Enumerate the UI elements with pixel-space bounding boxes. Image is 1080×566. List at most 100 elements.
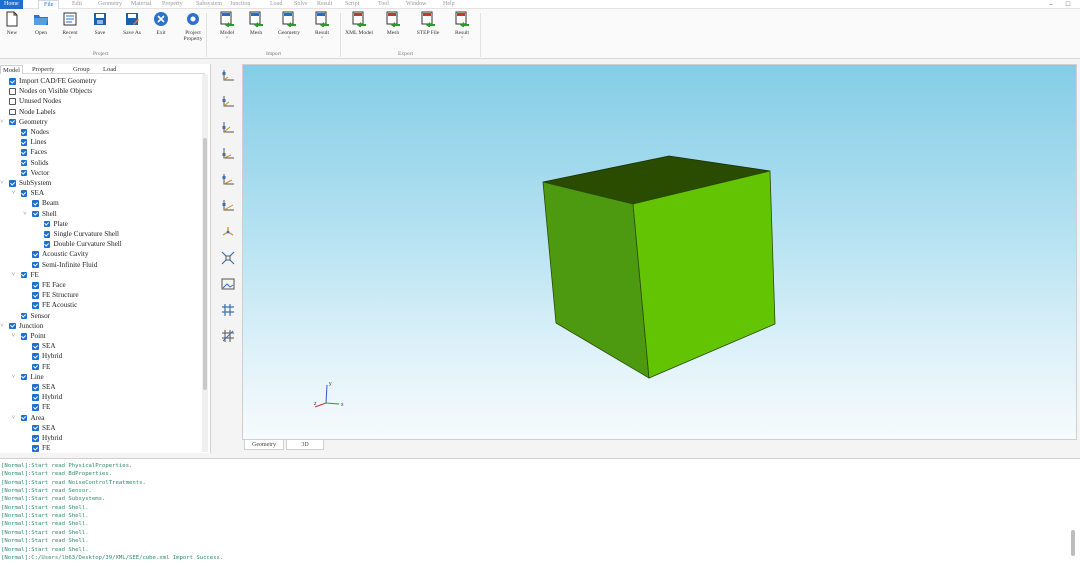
tree-checkbox[interactable] — [20, 414, 27, 422]
tree-item[interactable]: Acoustic Cavity — [0, 249, 200, 259]
menu-home[interactable]: Home — [0, 0, 23, 9]
menu-tool[interactable]: Tool — [378, 0, 389, 9]
tree-item[interactable]: Semi-Infinite Fluid — [0, 260, 200, 270]
tree-checkbox[interactable] — [20, 312, 27, 320]
viewport-canvas[interactable]: y x z — [243, 65, 1078, 441]
tree-checkbox[interactable] — [32, 210, 39, 218]
view-right-icon[interactable] — [221, 147, 235, 161]
tree-checkbox[interactable] — [20, 190, 27, 197]
view-back-icon[interactable] — [221, 95, 235, 109]
ribbon-save-as-button[interactable]: Save As — [117, 11, 147, 36]
menu-subsystem[interactable]: Subsystem — [196, 0, 222, 9]
tree-item[interactable]: ˅ FE — [0, 270, 200, 280]
expand-arrow-icon[interactable]: ˅ — [0, 117, 5, 127]
view-top-icon[interactable] — [221, 173, 235, 187]
tree-item[interactable]: ˅ Shell — [0, 209, 200, 219]
tree-checkbox[interactable] — [20, 149, 27, 156]
tree-checkbox[interactable] — [32, 445, 39, 452]
expand-arrow-icon[interactable]: ˅ — [22, 209, 28, 219]
expand-arrow-icon[interactable]: ˅ — [11, 413, 17, 423]
tree-item[interactable]: FE Structure — [0, 290, 200, 300]
tree-checkbox[interactable] — [43, 231, 50, 238]
tree-checkbox[interactable] — [32, 384, 39, 391]
menu-geometry[interactable]: Geometry — [98, 0, 122, 9]
tree-checkbox[interactable] — [9, 322, 16, 330]
mesh-grid-icon[interactable] — [221, 329, 235, 343]
tree-checkbox[interactable] — [32, 261, 39, 269]
tree-item[interactable]: Single Curvature Shell — [0, 229, 200, 239]
tree-item[interactable]: ˅ Junction — [0, 321, 200, 331]
tree-item[interactable]: FE — [0, 443, 200, 452]
view-isometric-icon[interactable] — [221, 225, 235, 239]
expand-arrow-icon[interactable]: ˅ — [11, 188, 17, 198]
tree-checkbox[interactable] — [32, 302, 39, 309]
maximize-button[interactable]: □ — [1062, 0, 1074, 9]
fit-all-icon[interactable] — [221, 251, 235, 265]
tree-checkbox[interactable] — [32, 363, 39, 371]
chevron-down-icon[interactable]: ˅ — [212, 36, 242, 41]
tree-item[interactable]: Hybrid — [0, 433, 200, 443]
cube-right-face[interactable] — [632, 170, 776, 379]
tree-checkbox[interactable] — [32, 343, 39, 350]
tree-checkbox[interactable] — [32, 353, 39, 360]
tree-checkbox[interactable] — [32, 424, 39, 432]
tree-item[interactable]: FE Acoustic — [0, 300, 200, 310]
tree-checkbox[interactable] — [20, 159, 27, 167]
tree-item[interactable]: ˅ Geometry — [0, 117, 200, 127]
ribbon-geometry-import-button[interactable]: Geometry ˅ — [274, 11, 304, 41]
menu-file[interactable]: File — [38, 0, 60, 9]
tree-item[interactable]: Beam — [0, 198, 200, 208]
tree-item[interactable]: FE — [0, 362, 200, 372]
ribbon-model-import-button[interactable]: Model ˅ — [212, 11, 242, 41]
tree-checkbox[interactable] — [9, 108, 16, 116]
tree-item[interactable]: SEA — [0, 382, 200, 392]
expand-arrow-icon[interactable]: ˅ — [0, 321, 5, 331]
ribbon-project-button[interactable]: Project Property — [178, 11, 208, 42]
tree-checkbox[interactable] — [20, 169, 27, 177]
tab-group[interactable]: Group — [71, 65, 92, 74]
tree-checkbox[interactable] — [43, 241, 50, 248]
tree-checkbox[interactable] — [9, 78, 16, 85]
menu-result[interactable]: Result — [317, 0, 332, 9]
ribbon-new-button[interactable]: New — [0, 11, 27, 36]
menu-edit[interactable]: Edit — [72, 0, 82, 9]
tree-item[interactable]: FE Face — [0, 280, 200, 290]
tree-item[interactable]: Solids — [0, 158, 200, 168]
tree-checkbox[interactable] — [20, 373, 27, 381]
ribbon-exit-button[interactable]: Exit — [146, 11, 176, 36]
tree-item[interactable]: Double Curvature Shell — [0, 239, 200, 249]
tree-item[interactable]: Nodes — [0, 127, 200, 137]
menu-junction[interactable]: Junction — [230, 0, 250, 9]
tree-item[interactable]: Hybrid — [0, 351, 200, 361]
minimize-button[interactable]: – — [1045, 0, 1057, 9]
ribbon-step-file-export-button[interactable]: STEP File — [413, 11, 443, 36]
ribbon-save-button[interactable]: Save — [85, 11, 115, 36]
tree-item[interactable]: Vector — [0, 168, 200, 178]
chevron-down-icon[interactable]: ˅ — [447, 36, 477, 41]
chevron-down-icon[interactable]: ˅ — [55, 36, 85, 41]
tree-item[interactable]: Node Labels — [0, 107, 200, 117]
tree-item[interactable]: Faces — [0, 147, 200, 157]
menu-material[interactable]: Material — [131, 0, 151, 9]
tree-checkbox[interactable] — [9, 88, 16, 95]
log-scrollbar-thumb[interactable] — [1071, 530, 1075, 556]
ribbon-result-import-button[interactable]: Result ˅ — [307, 11, 337, 41]
view-left-icon[interactable] — [221, 121, 235, 135]
tree-checkbox[interactable] — [32, 394, 39, 401]
tree-checkbox[interactable] — [20, 333, 27, 340]
tree-item[interactable]: Plate — [0, 219, 200, 229]
tree-item[interactable]: Lines — [0, 137, 200, 147]
view-front-icon[interactable] — [221, 69, 235, 83]
viewport-tab-3d[interactable]: 3D — [286, 440, 324, 450]
tree-scrollbar-thumb[interactable] — [203, 138, 207, 390]
tree-checkbox[interactable] — [20, 271, 27, 279]
tab-property[interactable]: Property — [30, 65, 56, 74]
tree-item[interactable]: ˅ SEA — [0, 188, 200, 198]
tab-model[interactable]: Model — [0, 65, 23, 74]
tree-item[interactable]: SEA — [0, 341, 200, 351]
tree-checkbox[interactable] — [32, 404, 39, 411]
view-bottom-icon[interactable] — [221, 199, 235, 213]
tree-checkbox[interactable] — [43, 220, 50, 228]
tree-checkbox[interactable] — [9, 98, 16, 105]
tree-item[interactable]: ˅ Point — [0, 331, 200, 341]
